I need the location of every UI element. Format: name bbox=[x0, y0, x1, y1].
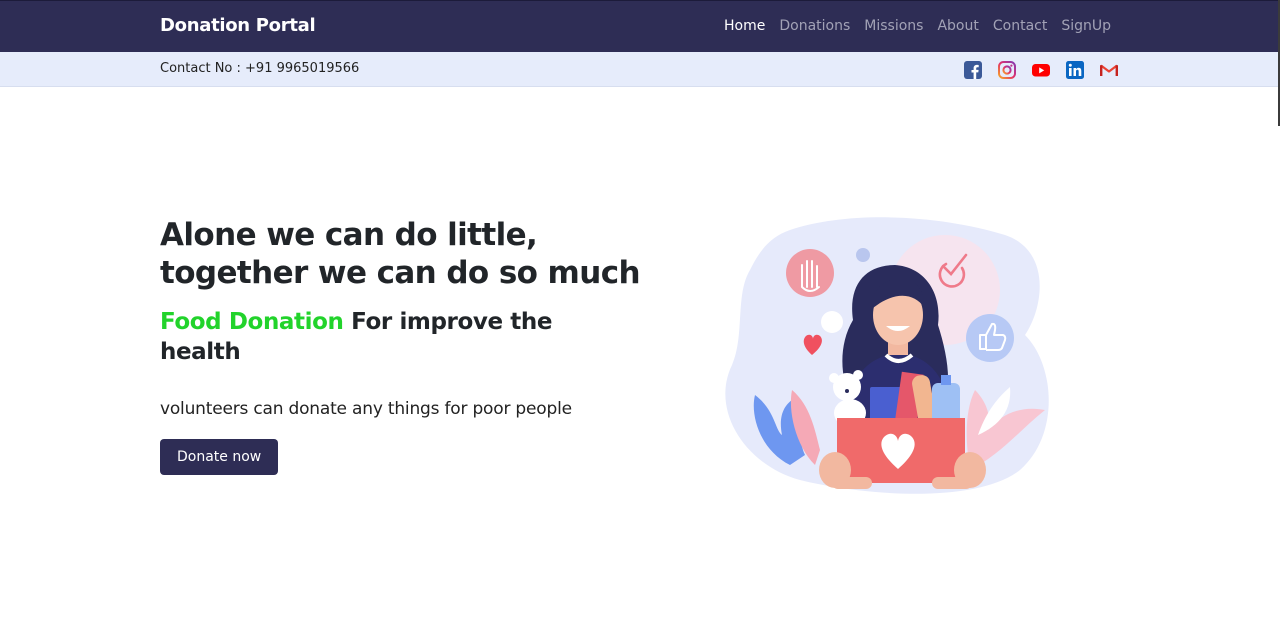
nav-donations[interactable]: Donations bbox=[779, 18, 850, 34]
teddy-ear-right bbox=[853, 370, 863, 380]
teddy-nose bbox=[845, 389, 849, 393]
youtube-icon[interactable] bbox=[1032, 61, 1050, 79]
hero-subheadline: Food Donation For improve the health bbox=[160, 307, 640, 367]
dot-white bbox=[821, 311, 843, 333]
hand-badge bbox=[786, 249, 834, 297]
nav-missions[interactable]: Missions bbox=[864, 18, 923, 34]
hero-headline: Alone we can do little, together we can … bbox=[160, 216, 641, 292]
donate-now-button[interactable]: Donate now bbox=[160, 439, 279, 475]
nav-home[interactable]: Home bbox=[724, 18, 765, 34]
food-donation-highlight: Food Donation bbox=[160, 309, 344, 335]
top-navbar: Donation Portal Home Donations Missions … bbox=[0, 0, 1280, 52]
linkedin-icon[interactable] bbox=[1066, 61, 1084, 79]
hero-tagline: volunteers can donate any things for poo… bbox=[160, 399, 572, 419]
contact-bar: Contact No : +91 9965019566 bbox=[0, 52, 1280, 87]
instagram-icon[interactable] bbox=[998, 61, 1016, 79]
facebook-icon[interactable] bbox=[964, 61, 982, 79]
teddy-ear-left bbox=[829, 373, 839, 383]
brand-logo[interactable]: Donation Portal bbox=[160, 15, 316, 36]
bottle-cap bbox=[941, 375, 951, 385]
donation-illustration bbox=[725, 217, 1049, 494]
social-links bbox=[964, 61, 1118, 79]
thumbs-badge bbox=[966, 314, 1014, 362]
dot-blue bbox=[856, 248, 870, 262]
fingers-right bbox=[932, 477, 972, 489]
headline-line-2: together we can do so much bbox=[160, 255, 641, 291]
headline-line-1: Alone we can do little, bbox=[160, 217, 538, 253]
nav-contact[interactable]: Contact bbox=[993, 18, 1047, 34]
nav-about[interactable]: About bbox=[937, 18, 978, 34]
nav-links: Home Donations Missions About Contact Si… bbox=[724, 18, 1111, 34]
nav-signup[interactable]: SignUp bbox=[1061, 18, 1111, 34]
hero-section: Alone we can do little, together we can … bbox=[160, 216, 641, 475]
gmail-icon[interactable] bbox=[1100, 61, 1118, 79]
fingers-left bbox=[832, 477, 872, 489]
contact-number: Contact No : +91 9965019566 bbox=[160, 61, 360, 76]
